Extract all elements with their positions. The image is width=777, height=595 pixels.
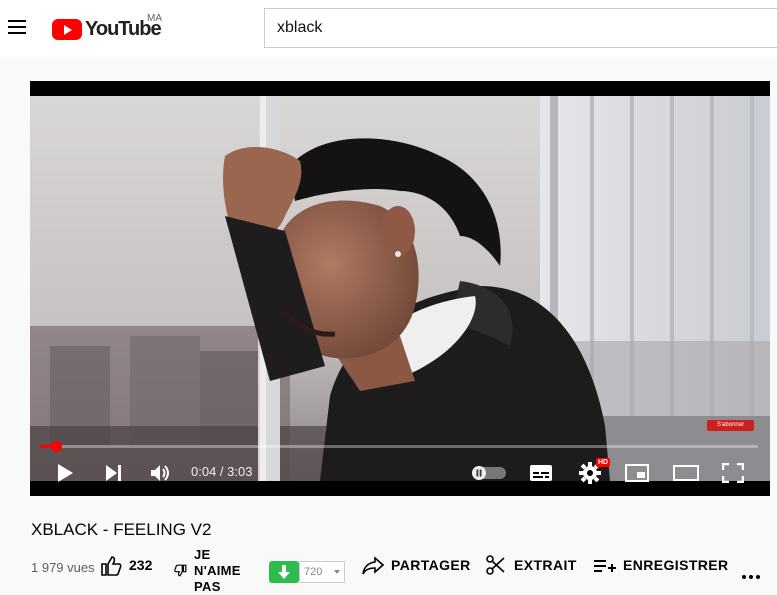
autoplay-toggle-icon[interactable] <box>472 466 506 485</box>
video-frame[interactable] <box>30 96 770 481</box>
more-horiz-icon[interactable] <box>742 566 760 584</box>
menu-icon[interactable] <box>6 16 28 38</box>
dislike-label[interactable]: JE N'AIME PAS <box>194 547 246 595</box>
progress-handle[interactable] <box>50 441 62 452</box>
current-time: 0:04 <box>191 464 217 479</box>
country-code: MA <box>147 13 162 24</box>
youtube-play-logo-icon <box>52 19 82 40</box>
video-title: XBLACK - FEELING V2 <box>31 520 212 539</box>
clip-button[interactable]: EXTRAIT <box>514 557 577 573</box>
volume-icon[interactable] <box>150 463 172 488</box>
theater-icon[interactable] <box>673 465 699 486</box>
scissors-icon[interactable] <box>486 555 506 580</box>
thumb-up-icon[interactable] <box>100 555 122 582</box>
time-display: 0:04 / 3:03 <box>191 464 252 479</box>
share-button[interactable]: PARTAGER <box>391 557 471 573</box>
skip-next-icon[interactable] <box>105 464 123 487</box>
fullscreen-icon[interactable] <box>721 462 745 488</box>
share-arrow-icon[interactable] <box>362 556 385 581</box>
thumb-down-icon[interactable] <box>174 564 187 582</box>
search-input[interactable]: xblack <box>264 8 777 48</box>
miniplayer-icon[interactable] <box>625 464 649 487</box>
time-separator: / <box>216 464 228 479</box>
masthead: YouTube MA xblack <box>0 0 777 57</box>
subscribe-watermark[interactable]: S'abonner <box>707 420 754 431</box>
play-icon[interactable] <box>56 463 74 488</box>
progress-bar[interactable] <box>40 441 758 452</box>
download-quality-select[interactable]: 720 <box>299 561 345 583</box>
like-count[interactable]: 232 <box>129 557 152 573</box>
video-player[interactable]: S'abonner 0:04 / 3:03 HD <box>30 81 770 496</box>
view-count: 1 979 vues <box>31 560 95 575</box>
duration: 3:03 <box>227 464 253 479</box>
save-button[interactable]: ENREGISTRER <box>623 557 729 573</box>
download-arrow-icon[interactable] <box>269 561 299 583</box>
playlist-add-icon[interactable] <box>594 558 616 579</box>
subtitles-icon[interactable] <box>529 463 553 488</box>
hd-badge: HD <box>596 458 611 467</box>
